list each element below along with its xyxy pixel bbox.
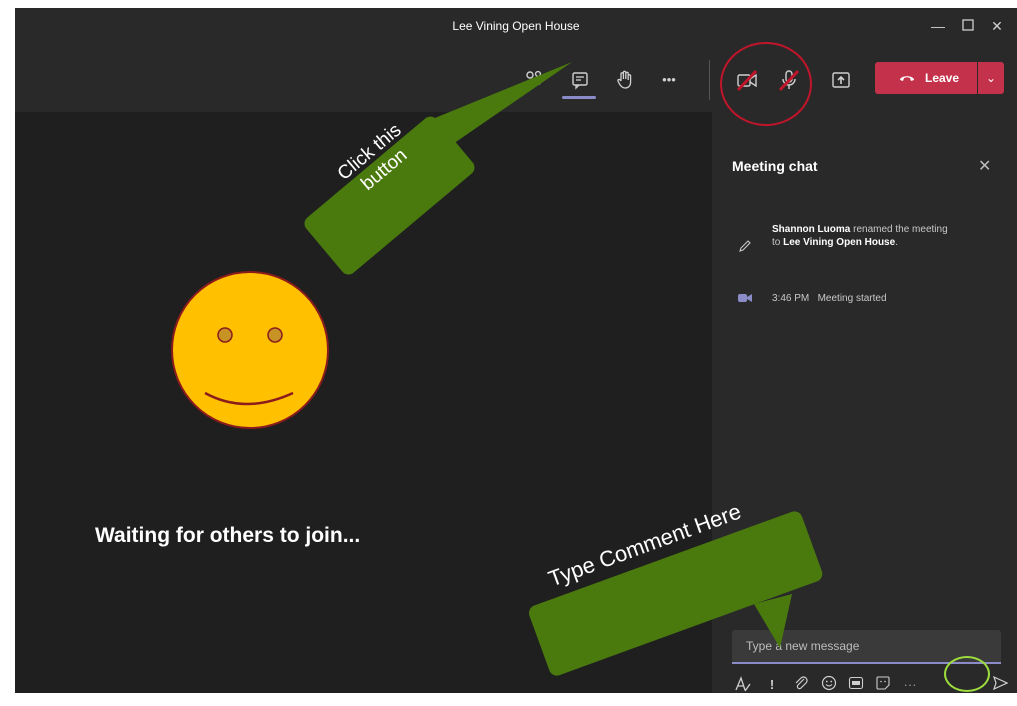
window-title: Lee Vining Open House [452, 19, 580, 33]
chevron-down-icon: ⌄ [985, 71, 997, 85]
more-options-icon[interactable]: ••• [657, 68, 681, 92]
chat-title: Meeting chat [732, 158, 818, 174]
event-time: 3:46 PM [772, 293, 810, 304]
close-window-icon[interactable]: ✕ [987, 18, 1007, 36]
leave-options-button[interactable]: ⌄ [978, 62, 1004, 94]
minimize-icon[interactable]: — [928, 18, 948, 36]
rename-event: Shannon Luoma renamed the meeting to Lee… [772, 223, 952, 249]
title-bar: Lee Vining Open House — ✕ [15, 8, 1017, 46]
send-icon[interactable] [990, 675, 1010, 693]
more-compose-icon[interactable]: ··· [900, 675, 920, 693]
event-author: Shannon Luoma [772, 224, 851, 235]
smiley-face-icon [171, 271, 329, 429]
raise-hand-icon[interactable] [613, 68, 637, 92]
close-chat-icon[interactable]: ✕ [978, 156, 991, 176]
toolbar-divider [709, 60, 710, 100]
sticker-icon[interactable] [873, 675, 893, 693]
gif-icon[interactable] [846, 675, 866, 693]
leave-label: Leave [925, 71, 960, 85]
event-meeting-name: Lee Vining Open House [783, 237, 896, 248]
video-camera-icon [738, 294, 752, 302]
hang-up-icon [900, 76, 914, 81]
leave-button[interactable]: Leave [875, 62, 977, 94]
waiting-message: Waiting for others to join... [95, 524, 361, 547]
share-screen-icon[interactable] [829, 68, 853, 92]
pencil-icon [739, 240, 751, 252]
event-text: Meeting started [817, 293, 887, 304]
send-button-highlight [944, 656, 990, 692]
mute-controls-highlight [720, 42, 812, 126]
event-text-end: . [895, 237, 898, 248]
maximize-icon[interactable] [958, 18, 978, 36]
meeting-started-event: 3:46 PM Meeting started [772, 292, 887, 305]
